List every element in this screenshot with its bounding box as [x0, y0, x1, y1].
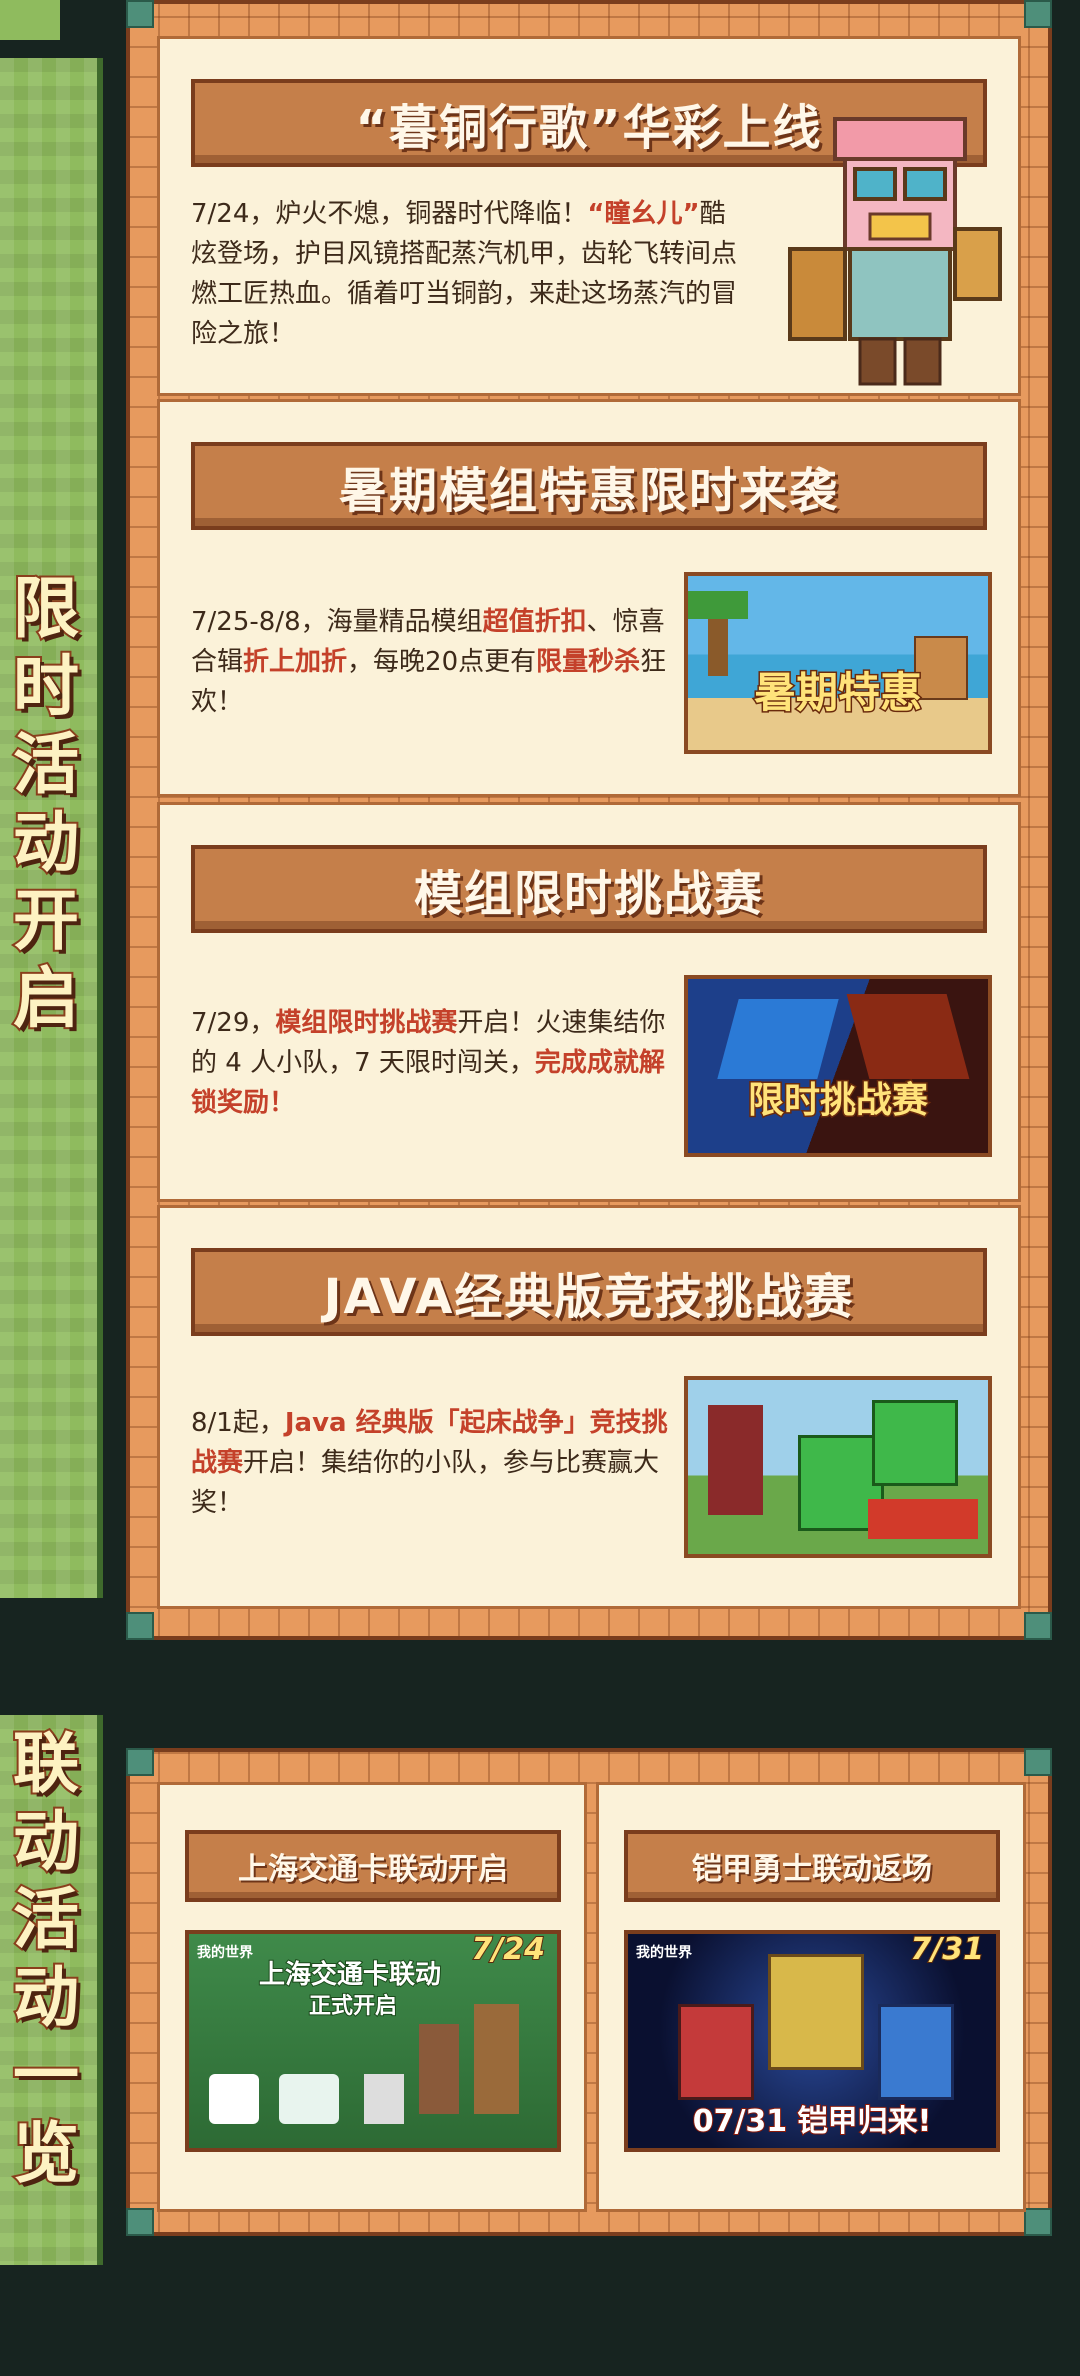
- corner-decoration: [126, 2208, 154, 2236]
- collab-title: 铠甲勇士联动返场: [692, 1852, 932, 1887]
- image-subline: 正式开启: [308, 1993, 398, 2020]
- corner-decoration: [1024, 1748, 1052, 1776]
- image-date: 7/24: [470, 1932, 546, 1968]
- vertical-label-char: 动: [11, 802, 81, 883]
- highlight-text: “瞳幺儿”: [587, 199, 700, 229]
- corner-decoration: [126, 1748, 154, 1776]
- vertical-label-char: 动: [11, 1801, 81, 1882]
- highlight-text: 折上加折: [243, 647, 348, 677]
- event-card-skin-launch[interactable]: “暮铜行歌”华彩上线 7/24，炉火不熄，铜器时代降临！“瞳幺儿”酷炫登场，护目…: [157, 36, 1021, 396]
- event-description: 7/29，模组限时挑战赛开启！火速集结你的 4 人小队，7 天限时闯关，完成成就…: [191, 1003, 671, 1123]
- vertical-label-char: 限: [11, 568, 81, 649]
- vertical-label-char: 览: [11, 2113, 81, 2194]
- corner-decoration: [1024, 0, 1052, 28]
- event-card-java-challenge[interactable]: JAVA经典版竞技挑战赛 8/1起，Java 经典版「起床战争」竞技挑战赛开启！…: [157, 1205, 1021, 1609]
- highlight-text: 限量秒杀: [536, 647, 641, 677]
- vertical-label-char: 开: [11, 880, 81, 961]
- corner-decoration: [126, 1612, 154, 1640]
- corner-decoration: [1024, 2208, 1052, 2236]
- armor-hero-collab-image[interactable]: 7/31 我的世界 07/31 铠甲归来!: [624, 1930, 1000, 2152]
- description-text: 8/1起，: [191, 1408, 285, 1438]
- vertical-label-char: 活: [11, 1879, 81, 1960]
- event-title-bar: JAVA经典版竞技挑战赛: [191, 1248, 987, 1336]
- event-title-bar: 暑期模组特惠限时来袭: [191, 442, 987, 530]
- limited-events-vertical-label: 限时活动开启: [6, 568, 86, 1039]
- description-text: 7/24，炉火不熄，铜器时代降临！: [191, 199, 588, 229]
- collab-events-side-banner: 联动活动一览: [0, 1715, 103, 2265]
- bedwars-thumbnail[interactable]: [684, 1376, 992, 1558]
- thumbnail-label: 限时挑战赛: [746, 1079, 929, 1123]
- vertical-label-char: 时: [11, 646, 81, 727]
- image-bottom-text: 07/31 铠甲归来!: [692, 2103, 933, 2140]
- character-illustration: [788, 117, 1002, 386]
- side-decoration-top: [0, 0, 60, 40]
- limited-events-panel: “暮铜行歌”华彩上线 7/24，炉火不熄，铜器时代降临！“瞳幺儿”酷炫登场，护目…: [126, 0, 1052, 1640]
- event-title: 暑期模组特惠限时来袭: [338, 463, 839, 519]
- corner-decoration: [126, 0, 154, 28]
- vertical-label-char: 联: [11, 1723, 81, 1804]
- collab-events-panel: 上海交通卡联动开启 上海交通卡联动 正式开启 7/24 我的世界 铠甲勇士联动返…: [126, 1748, 1052, 2236]
- event-card-mod-challenge[interactable]: 模组限时挑战赛 7/29，模组限时挑战赛开启！火速集结你的 4 人小队，7 天限…: [157, 802, 1021, 1202]
- corner-decoration: [1024, 1612, 1052, 1640]
- description-text: ，每晚20点更有: [347, 647, 537, 677]
- event-description: 7/24，炉火不熄，铜器时代降临！“瞳幺儿”酷炫登场，护目风镜搭配蒸汽机甲，齿轮…: [191, 194, 751, 354]
- vertical-label-char: 动: [11, 1957, 81, 2038]
- description-text: 开启！集结你的小队，参与比赛赢大奖！: [191, 1448, 660, 1518]
- event-title: “暮铜行歌”华彩上线: [355, 100, 823, 156]
- highlight-text: 模组限时挑战赛: [275, 1008, 458, 1038]
- event-description: 8/1起，Java 经典版「起床战争」竞技挑战赛开启！集结你的小队，参与比赛赢大…: [191, 1403, 671, 1523]
- shanghai-collab-image[interactable]: 上海交通卡联动 正式开启 7/24 我的世界: [185, 1930, 561, 2152]
- brand-logo: 我的世界: [636, 1945, 692, 1961]
- highlight-text: 超值折扣: [482, 607, 587, 637]
- thumbnail-label: 暑期特惠: [752, 667, 923, 719]
- vertical-label-char: 启: [11, 958, 81, 1039]
- event-title-bar: 模组限时挑战赛: [191, 845, 987, 933]
- event-title: JAVA经典版竞技挑战赛: [323, 1269, 855, 1325]
- description-text: 7/25-8/8，海量精品模组: [191, 607, 483, 637]
- image-date: 7/31: [909, 1932, 985, 1968]
- summer-sale-thumbnail[interactable]: 暑期特惠: [684, 572, 992, 754]
- brand-logo: 我的世界: [197, 1945, 253, 1961]
- collab-title-bar: 上海交通卡联动开启: [185, 1830, 561, 1902]
- collab-title: 上海交通卡联动开启: [238, 1852, 508, 1887]
- collab-card-shanghai-transport[interactable]: 上海交通卡联动开启 上海交通卡联动 正式开启 7/24 我的世界: [157, 1782, 587, 2212]
- event-description: 7/25-8/8，海量精品模组超值折扣、惊喜合辑折上加折，每晚20点更有限量秒杀…: [191, 602, 671, 722]
- mod-challenge-thumbnail[interactable]: 限时挑战赛: [684, 975, 992, 1157]
- event-card-summer-sale[interactable]: 暑期模组特惠限时来袭 7/25-8/8，海量精品模组超值折扣、惊喜合辑折上加折，…: [157, 399, 1021, 797]
- vertical-label-char: 活: [11, 724, 81, 805]
- description-text: 7/29，: [191, 1008, 276, 1038]
- collab-events-vertical-label: 联动活动一览: [6, 1723, 86, 2194]
- event-title: 模组限时挑战赛: [413, 866, 764, 922]
- collab-card-armor-hero[interactable]: 铠甲勇士联动返场 7/31 我的世界 07/31 铠甲归来!: [596, 1782, 1026, 2212]
- image-headline: 上海交通卡联动: [258, 1959, 442, 1991]
- collab-title-bar: 铠甲勇士联动返场: [624, 1830, 1000, 1902]
- vertical-label-char: 一: [11, 2035, 81, 2116]
- limited-events-side-banner: 限时活动开启: [0, 58, 103, 1598]
